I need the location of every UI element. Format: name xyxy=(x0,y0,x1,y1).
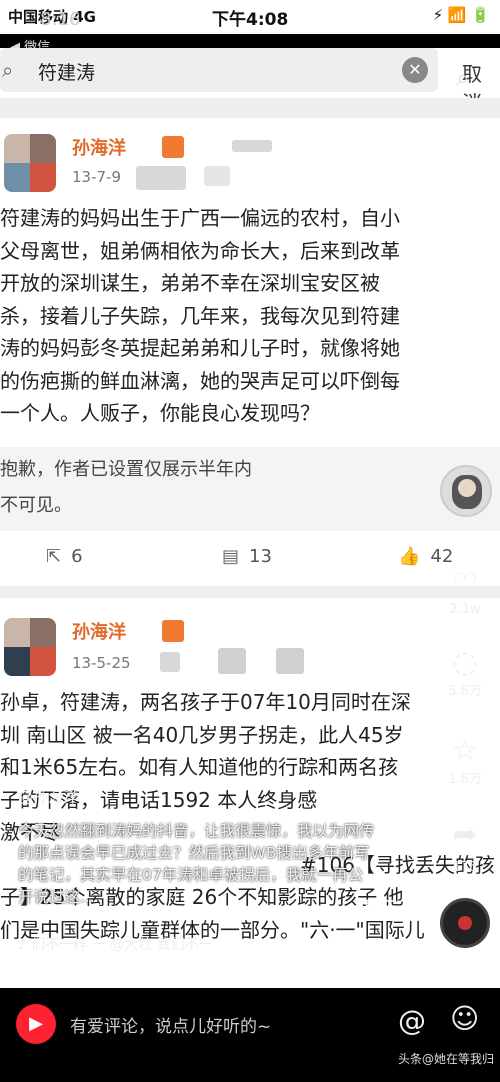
comment-action[interactable]: ◌ 5.8万 xyxy=(440,645,490,700)
text-line: 父母离世，姐弟俩相依为命长大，后来到改革 xyxy=(0,238,400,263)
text-line: 符建涛的妈妈出生于广西一偏远的农村，自小 xyxy=(0,206,400,230)
overlay-time: 8:16 xyxy=(40,9,81,30)
repost-count: 6 xyxy=(71,546,83,567)
blurred-region xyxy=(136,166,186,190)
blurred-region xyxy=(218,648,246,674)
text-line: 开放的深圳谋生，弟弟不幸在深圳宝安区被 xyxy=(0,271,380,295)
post-actions: ⇱ 6 ▤ 13 👍 42 xyxy=(0,538,500,578)
text-line: 杀，接着儿子失踪，几年来，我每次见到符建 xyxy=(0,303,400,328)
comment-icon: ▤ xyxy=(222,546,240,567)
avatar[interactable] xyxy=(4,134,56,192)
weibo-post-1: 孙海洋 13-7-9 符建涛的妈妈出生于广西一偏远的农村，自小 父母离世，姐弟俩… xyxy=(0,118,500,586)
like-button[interactable]: 👍 42 xyxy=(398,546,453,567)
comment-input[interactable]: 有爱评论，说点儿好听的~ xyxy=(70,1012,271,1037)
camera-icon[interactable]: ▶ xyxy=(16,1004,56,1044)
comment-button[interactable]: ▤ 13 xyxy=(222,546,272,567)
member-badge-icon xyxy=(162,620,184,642)
text-line: 的伤疤撕的鲜血淋漓，她的哭声足可以吓倒每 xyxy=(0,368,400,393)
like-action[interactable]: ♡ 2.1w xyxy=(440,567,490,618)
comment-count: 5.8万 xyxy=(448,684,482,699)
blurred-region xyxy=(232,140,272,152)
like-count: 2.1w xyxy=(449,602,481,617)
text-line: 一个人。人贩子，你能良心发现吗？ xyxy=(0,401,320,425)
post-author[interactable]: 孙海洋 xyxy=(72,618,126,644)
search-bar: ⌕ 符建涛 ✕ 取消 xyxy=(0,48,500,115)
notice-line: 抱歉，作者已设置仅展示半年内 xyxy=(0,459,252,480)
status-icons: ⚡ 📶 🔋 xyxy=(432,6,490,24)
search-query: 符建涛 xyxy=(38,62,96,84)
blurred-region xyxy=(160,652,180,672)
search-input[interactable]: ⌕ 符建涛 ✕ xyxy=(0,48,438,92)
favorite-action[interactable]: ☆ 1.8万 xyxy=(440,733,490,788)
clear-icon[interactable]: ✕ xyxy=(402,57,428,83)
member-badge-icon xyxy=(162,136,184,158)
favorite-count: 1.8万 xyxy=(448,772,482,787)
music-label[interactable]: ♪ 们不一样 － @大壮 我们不一 xyxy=(18,934,213,954)
blurred-region xyxy=(204,166,230,186)
post-date: 13-7-9 xyxy=(72,168,121,186)
share-action[interactable]: ➦ 175 xyxy=(440,817,490,876)
comment-bubble-icon: ◌ xyxy=(451,645,479,680)
blurred-region xyxy=(276,648,304,674)
status-time: 下午4:08 xyxy=(212,10,289,30)
search-icon: ⌕ xyxy=(2,58,14,82)
expand-button[interactable]: 展开 xyxy=(364,896,394,917)
thumbs-up-icon: 👍 xyxy=(398,546,421,567)
repost-icon: ⇱ xyxy=(46,546,62,567)
post-body: 符建涛的妈妈出生于广西一偏远的农村，自小 父母离世，姐弟俩相依为命长大，后来到改… xyxy=(0,202,500,430)
search-icon-overlay[interactable]: ⌕ xyxy=(456,64,469,92)
creator-avatar[interactable] xyxy=(440,465,492,517)
comment-bar: ▶ 有爱评论，说点儿好听的~ @ ☺ 头条@她在等我归 xyxy=(0,990,500,1082)
share-arrow-icon: ➦ xyxy=(452,817,478,852)
emoji-icon[interactable]: ☺ xyxy=(450,1002,479,1035)
heart-icon: ♡ xyxy=(451,567,479,602)
repost-button[interactable]: ⇱ 6 xyxy=(46,546,83,567)
divider xyxy=(0,98,500,118)
text-line: 孙卓，符建涛，两名孩子于07年10月同时在深 xyxy=(0,690,411,714)
video-caption: 今天忽然翻到涛妈的抖音，让我很震惊，我以为网传的那点误会早已成过去？然后我到WB… xyxy=(18,822,375,906)
post-author[interactable]: 孙海洋 xyxy=(72,134,126,160)
back-chevron-icon[interactable]: ‹ xyxy=(14,62,24,92)
video-author[interactable]: @孙海洋 xyxy=(18,786,78,807)
text-line: 圳 南山区 被一名40几岁男子拐走，此人45岁 xyxy=(0,722,404,747)
divider xyxy=(0,586,500,598)
star-icon: ☆ xyxy=(451,733,479,768)
watermark: 头条@她在等我归 xyxy=(398,1052,495,1066)
avatar[interactable] xyxy=(4,618,56,676)
text-line: 和1米65左右。如有人知道他的行踪和两名孩 xyxy=(0,755,399,779)
comment-count: 13 xyxy=(249,546,272,567)
at-mention-icon[interactable]: @ xyxy=(398,1004,426,1037)
music-disc-icon[interactable] xyxy=(440,898,490,948)
text-line: 涛的妈妈彭冬英提起弟弟和儿子时，就像将她 xyxy=(0,336,400,360)
share-count: 175 xyxy=(452,860,478,875)
like-count: 42 xyxy=(430,546,454,567)
visibility-notice: 抱歉，作者已设置仅展示半年内 不可见。 xyxy=(0,447,500,531)
notice-line: 不可见。 xyxy=(0,495,72,516)
post-date: 13-5-25 xyxy=(72,654,131,672)
